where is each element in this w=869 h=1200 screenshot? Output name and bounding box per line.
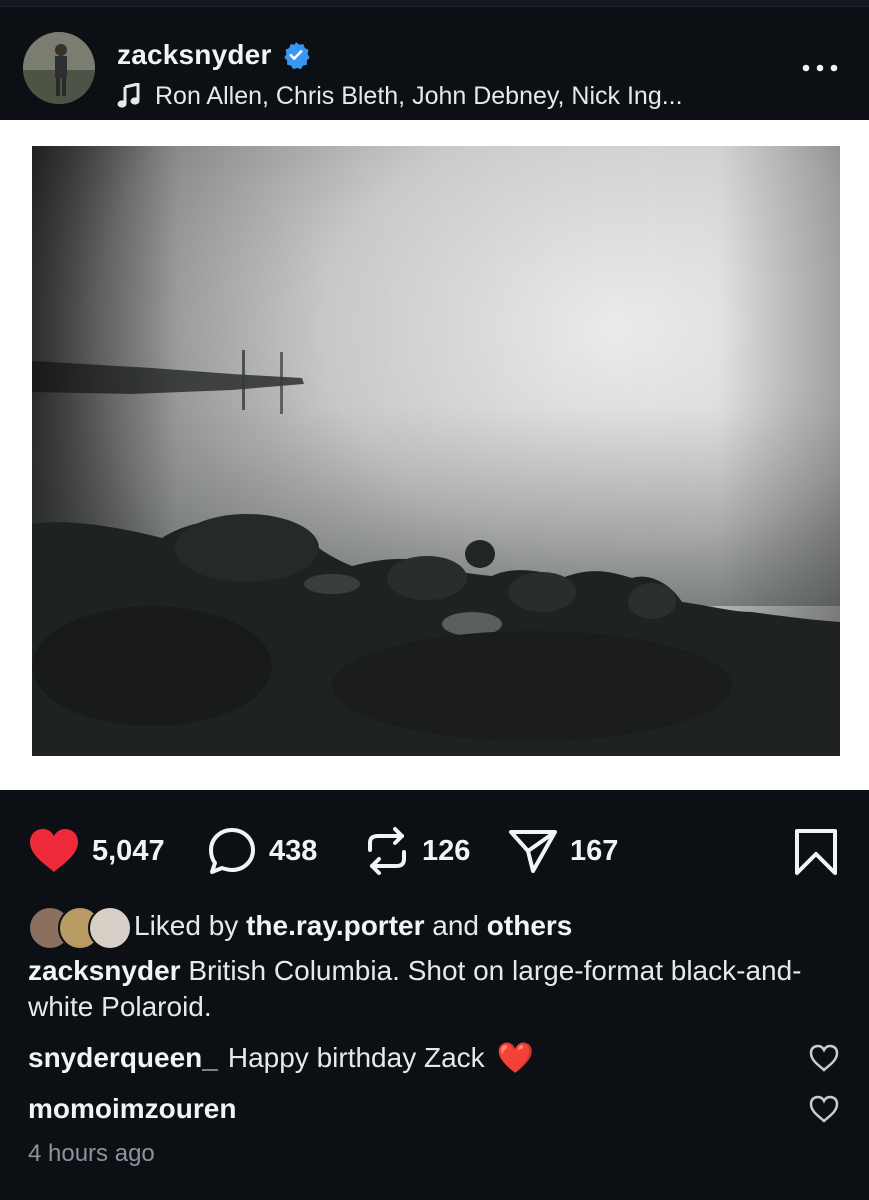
share-count: 167 xyxy=(570,834,619,867)
comment-username[interactable]: snyderqueen_ xyxy=(28,1042,218,1074)
post-caption: zacksnyder British Columbia. Shot on lar… xyxy=(28,953,828,1025)
status-divider xyxy=(0,0,869,7)
send-paper-plane-icon xyxy=(509,830,557,873)
comment-like-heart-icon[interactable] xyxy=(808,1094,840,1124)
comment-row: momoimzouren xyxy=(28,1089,236,1129)
liked-by-text: Liked by the.ray.porter and others xyxy=(134,910,573,941)
verified-badge-icon xyxy=(283,42,310,69)
post-photo xyxy=(32,146,840,756)
comment-text: Happy birthday Zack xyxy=(227,1042,485,1073)
comment-bubble-icon xyxy=(209,828,255,874)
profile-avatar[interactable] xyxy=(23,32,95,104)
comment-button[interactable]: 438 xyxy=(207,820,317,882)
liked-by-row[interactable]: Liked by the.ray.porter and others xyxy=(28,903,573,950)
repost-icon xyxy=(368,827,406,875)
share-button[interactable]: 167 xyxy=(508,820,618,882)
more-horizontal-icon[interactable] xyxy=(800,58,840,78)
caption-username[interactable]: zacksnyder xyxy=(28,955,181,986)
heart-filled-icon xyxy=(30,829,78,872)
audio-track-label[interactable]: Ron Allen, Chris Bleth, John Debney, Nic… xyxy=(155,82,683,111)
bookmark-icon[interactable] xyxy=(793,828,839,876)
comment-count: 438 xyxy=(269,834,318,867)
liked-by-user[interactable]: the.ray.porter xyxy=(246,910,424,941)
like-count: 5,047 xyxy=(92,834,165,867)
post-timestamp: 4 hours ago xyxy=(28,1140,155,1167)
comment-row: snyderqueen_ Happy birthday Zack ❤️ xyxy=(28,1038,534,1078)
post-header: zacksnyder Ron Allen, Chris Bleth, John … xyxy=(0,8,869,120)
post-image-frame[interactable] xyxy=(0,120,869,790)
music-note-icon xyxy=(117,83,140,108)
repost-button[interactable]: 126 xyxy=(364,820,470,882)
like-button[interactable]: 5,047 xyxy=(28,820,165,882)
comment-username[interactable]: momoimzouren xyxy=(28,1093,236,1125)
comment-emoji: ❤️ xyxy=(496,1041,535,1075)
post-username[interactable]: zacksnyder xyxy=(117,39,272,71)
comment-like-heart-icon[interactable] xyxy=(808,1043,840,1073)
liker-avatar xyxy=(88,906,132,950)
post-actions-bar: 5,047 438 126 167 xyxy=(0,820,869,882)
liker-avatars xyxy=(28,904,132,950)
liked-by-others[interactable]: others xyxy=(487,910,573,941)
repost-count: 126 xyxy=(422,834,471,867)
